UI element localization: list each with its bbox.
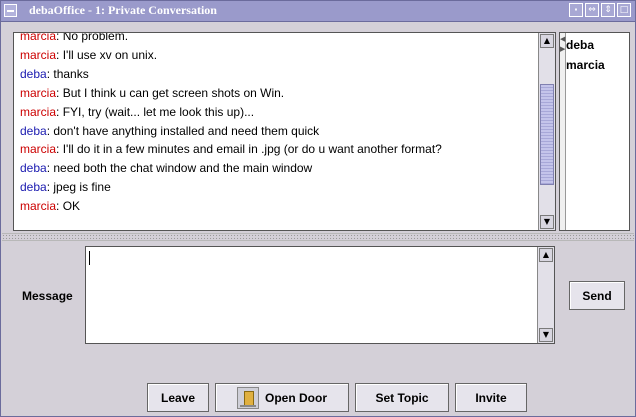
chat-message-sender: marcia bbox=[20, 32, 57, 43]
invite-button[interactable]: Invite bbox=[455, 383, 527, 412]
chat-message-sender: deba bbox=[20, 123, 47, 138]
chat-message-sender: marcia bbox=[20, 142, 57, 157]
split-divider[interactable] bbox=[2, 233, 634, 241]
chat-message-sender: deba bbox=[20, 161, 47, 176]
chat-message: marcia: OK bbox=[20, 199, 81, 214]
message-label: Message bbox=[22, 289, 73, 303]
chat-message-text: FYI, try (wait... let me look this up)..… bbox=[62, 104, 255, 119]
send-button[interactable]: Send bbox=[569, 281, 625, 310]
chat-message: deba: thanks bbox=[20, 66, 89, 81]
chat-message-text: I'll use xv on unix. bbox=[62, 47, 158, 62]
chat-message-text: need both the chat window and the main w… bbox=[53, 161, 313, 176]
chat-message: marcia: I'll do it in a few minutes and … bbox=[20, 142, 442, 157]
user-list-item[interactable]: marcia bbox=[566, 55, 605, 75]
chat-message-text: But I think u can get screen shots on Wi… bbox=[62, 85, 285, 100]
scroll-down-icon[interactable]: ▼ bbox=[539, 328, 553, 342]
chat-message: marcia: I'll use xv on unix. bbox=[20, 47, 158, 62]
window-menu-icon[interactable] bbox=[4, 4, 17, 17]
chat-message-sender: deba bbox=[20, 180, 47, 195]
chat-transcript[interactable]: marcia: No problem. marcia: I'll use xv o… bbox=[13, 32, 556, 231]
chat-message-sender: deba bbox=[20, 66, 47, 81]
chat-message-text: OK bbox=[62, 199, 81, 214]
chat-message: deba: jpeg is fine bbox=[20, 180, 111, 195]
chat-message-text: No problem. bbox=[62, 32, 129, 43]
chat-message-text: I'll do it in a few minutes and email in… bbox=[62, 142, 442, 157]
title-buttons: ⬝ ⇔ ⇕ □ bbox=[569, 3, 631, 19]
user-list[interactable]: ◀ ▶ deba marcia bbox=[559, 32, 630, 231]
chat-message-sender: marcia bbox=[20, 47, 57, 62]
leave-button[interactable]: Leave bbox=[147, 383, 209, 412]
maximize-icon[interactable]: □ bbox=[617, 3, 631, 17]
chat-message-text: thanks bbox=[53, 66, 89, 81]
chat-message: marcia: No problem. bbox=[20, 32, 531, 46]
door-icon bbox=[237, 386, 259, 409]
chat-message-text: don't have anything installed and need t… bbox=[53, 123, 320, 138]
scroll-thumb[interactable] bbox=[540, 84, 554, 186]
chat-message-text: jpeg is fine bbox=[53, 180, 111, 195]
chat-message: marcia: FYI, try (wait... let me look th… bbox=[20, 104, 255, 119]
maximize-vertical-icon[interactable]: ⇕ bbox=[601, 3, 615, 17]
chat-message: deba: don't have anything installed and … bbox=[20, 123, 320, 138]
message-input[interactable]: ▲ ▼ bbox=[85, 246, 555, 344]
scroll-down-icon[interactable]: ▼ bbox=[540, 215, 554, 229]
chat-scrollbar[interactable]: ▲ ▼ bbox=[538, 33, 555, 230]
chat-lines: marcia: No problem. marcia: I'll use xv o… bbox=[20, 32, 531, 216]
text-caret bbox=[89, 251, 90, 265]
window-title: debaOffice - 1: Private Conversation bbox=[29, 3, 217, 17]
chat-message: deba: need both the chat window and the … bbox=[20, 161, 313, 176]
chat-message: marcia: But I think u can get screen sho… bbox=[20, 85, 285, 100]
set-topic-button[interactable]: Set Topic bbox=[355, 383, 449, 412]
chat-message-sender: marcia bbox=[20, 104, 57, 119]
scroll-up-icon[interactable]: ▲ bbox=[539, 248, 553, 262]
user-list-items: deba marcia bbox=[566, 35, 605, 75]
scroll-up-icon[interactable]: ▲ bbox=[540, 34, 554, 48]
title-bar[interactable]: debaOffice - 1: Private Conversation ⬝ ⇔… bbox=[1, 1, 635, 22]
maximize-horizontal-icon[interactable]: ⇔ bbox=[585, 3, 599, 17]
minimize-icon[interactable]: ⬝ bbox=[569, 3, 583, 17]
open-door-label: Open Door bbox=[265, 390, 327, 405]
open-door-button[interactable]: Open Door bbox=[215, 383, 349, 412]
chat-window: debaOffice - 1: Private Conversation ⬝ ⇔… bbox=[0, 0, 636, 417]
message-scrollbar[interactable]: ▲ ▼ bbox=[537, 247, 554, 343]
user-list-item[interactable]: deba bbox=[566, 35, 605, 55]
chat-message-sender: marcia bbox=[20, 85, 57, 100]
chat-message-sender: marcia bbox=[20, 199, 57, 214]
